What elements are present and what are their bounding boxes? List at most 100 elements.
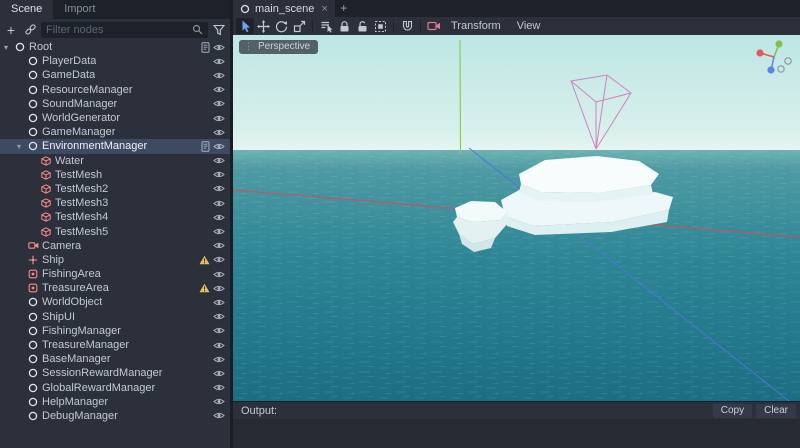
eye-icon[interactable] <box>213 184 225 193</box>
neg-axis-handle <box>777 65 785 73</box>
eye-icon[interactable] <box>213 383 225 392</box>
list-select-tool[interactable] <box>317 18 335 34</box>
move-tool[interactable] <box>254 18 272 34</box>
snap-tool[interactable] <box>398 18 416 34</box>
eye-icon[interactable] <box>213 142 225 151</box>
filter-button[interactable] <box>211 21 227 38</box>
tree-row[interactable]: DebugManager <box>0 409 230 423</box>
script-icon[interactable] <box>201 41 210 53</box>
tree-row[interactable]: Camera <box>0 239 230 253</box>
tree-row[interactable]: FishingManager <box>0 324 230 338</box>
eye-icon[interactable] <box>213 43 225 52</box>
projection-menu[interactable]: ⋮ Perspective <box>239 40 319 54</box>
eye-icon[interactable] <box>213 71 225 80</box>
tree-row[interactable]: BaseManager <box>0 352 230 366</box>
tree-row[interactable]: ▾ Root <box>0 40 230 54</box>
dock-tab-bar: Scene Import <box>0 0 230 19</box>
tree-row[interactable]: HelpManager <box>0 395 230 409</box>
eye-icon[interactable] <box>213 341 225 350</box>
eye-icon[interactable] <box>213 355 225 364</box>
eye-icon[interactable] <box>213 114 225 123</box>
filter-nodes-input[interactable] <box>46 23 188 36</box>
tree-row[interactable]: TreasureArea <box>0 281 230 295</box>
area-node-icon <box>28 269 41 279</box>
tree-row[interactable]: SessionRewardManager <box>0 366 230 380</box>
node-node-icon <box>28 297 41 307</box>
expander-icon[interactable]: ▾ <box>4 43 15 52</box>
tree-row-label: Water <box>55 154 84 167</box>
scale-tool[interactable] <box>290 18 308 34</box>
eye-icon[interactable] <box>213 199 225 208</box>
warning-icon[interactable] <box>199 255 210 265</box>
tree-row[interactable]: GameData <box>0 68 230 82</box>
tree-row[interactable]: ShipUI <box>0 310 230 324</box>
orientation-gizmo[interactable] <box>752 38 796 83</box>
eye-icon[interactable] <box>213 411 225 420</box>
instance-scene-button[interactable] <box>22 21 38 38</box>
tree-row[interactable]: WorldObject <box>0 295 230 309</box>
eye-icon[interactable] <box>213 255 225 264</box>
eye-icon[interactable] <box>213 170 225 179</box>
tree-row[interactable]: PlayerData <box>0 54 230 68</box>
tree-row[interactable]: GameManager <box>0 125 230 139</box>
add-node-button[interactable]: + <box>3 21 19 38</box>
tree-row[interactable]: SoundManager <box>0 97 230 111</box>
eye-icon[interactable] <box>213 128 225 137</box>
expander-icon[interactable]: ▾ <box>17 142 28 151</box>
tree-row[interactable]: TestMesh4 <box>0 210 230 224</box>
eye-icon[interactable] <box>213 241 225 250</box>
tab-import[interactable]: Import <box>53 0 106 19</box>
tree-row[interactable]: ResourceManager <box>0 83 230 97</box>
tree-row-label: GameManager <box>42 126 116 139</box>
node-node-icon <box>28 85 41 95</box>
eye-icon[interactable] <box>213 284 225 293</box>
eye-icon[interactable] <box>213 312 225 321</box>
clear-button[interactable]: Clear <box>756 403 796 418</box>
tree-row[interactable]: ▾ EnvironmentManager <box>0 139 230 154</box>
tree-row[interactable]: TestMesh5 <box>0 224 230 238</box>
output-log[interactable] <box>233 419 800 448</box>
tree-row[interactable]: GlobalRewardManager <box>0 381 230 395</box>
eye-icon[interactable] <box>213 85 225 94</box>
tree-row[interactable]: TestMesh2 <box>0 182 230 196</box>
view-menu[interactable]: View <box>509 17 549 35</box>
tree-row[interactable]: TreasureManager <box>0 338 230 352</box>
viewport-3d[interactable]: ⋮ Perspective <box>233 35 800 401</box>
eye-icon[interactable] <box>213 369 225 378</box>
eye-icon[interactable] <box>213 270 225 279</box>
tree-row[interactable]: TestMesh <box>0 168 230 182</box>
tree-row-label: Root <box>29 41 53 54</box>
copy-button[interactable]: Copy <box>712 403 753 418</box>
eye-icon[interactable] <box>213 227 225 236</box>
warning-icon[interactable] <box>199 283 210 293</box>
tab-main-scene[interactable]: main_scene × <box>233 0 335 17</box>
viewport-canvas[interactable] <box>233 35 800 401</box>
eye-icon[interactable] <box>213 99 225 108</box>
tab-scene[interactable]: Scene <box>0 0 54 19</box>
camera-preview-tool[interactable] <box>425 18 443 34</box>
eye-icon[interactable] <box>213 213 225 222</box>
tree-row[interactable]: FishingArea <box>0 267 230 281</box>
tree-row-label: WorldGenerator <box>42 112 121 125</box>
unlock-tool[interactable] <box>353 18 371 34</box>
eye-icon[interactable] <box>213 326 225 335</box>
close-tab-icon[interactable]: × <box>321 3 327 15</box>
scene-icon <box>240 4 250 13</box>
script-icon[interactable] <box>201 141 210 152</box>
select-tool[interactable] <box>236 18 254 34</box>
eye-icon[interactable] <box>213 57 225 66</box>
transform-menu[interactable]: Transform <box>443 17 509 35</box>
tree-row[interactable]: WorldGenerator <box>0 111 230 125</box>
eye-icon[interactable] <box>213 156 225 165</box>
tree-row[interactable]: Water <box>0 154 230 168</box>
lock-tool[interactable] <box>335 18 353 34</box>
eye-icon[interactable] <box>213 298 225 307</box>
tree-row[interactable]: TestMesh3 <box>0 196 230 210</box>
eye-icon[interactable] <box>213 397 225 406</box>
new-tab-button[interactable]: + <box>335 0 353 17</box>
rotate-tool[interactable] <box>272 18 290 34</box>
tree-row-label: TreasureArea <box>42 282 109 295</box>
tree-row-label: SoundManager <box>42 97 118 110</box>
group-tool[interactable] <box>371 18 389 34</box>
tree-row[interactable]: Ship <box>0 253 230 267</box>
